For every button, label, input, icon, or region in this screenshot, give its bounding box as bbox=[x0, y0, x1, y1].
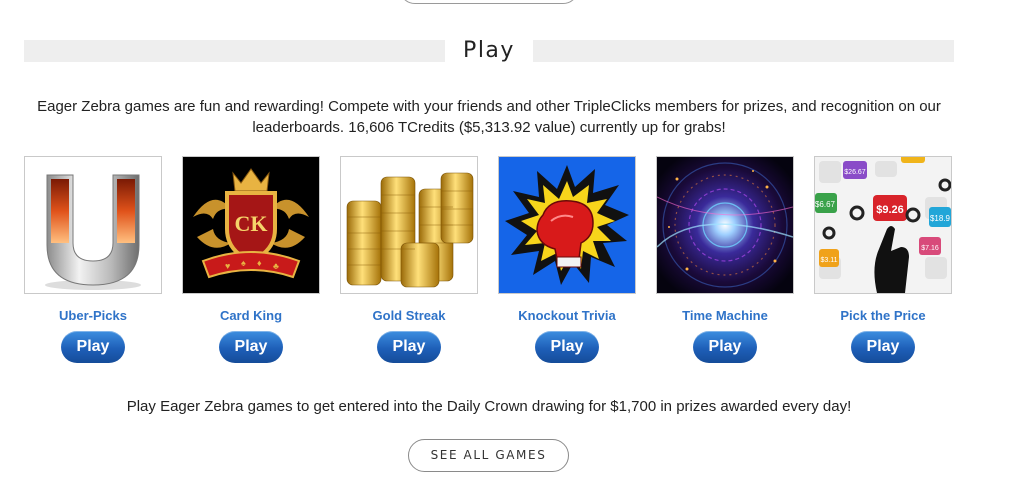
uber-picks-thumbnail[interactable] bbox=[24, 156, 162, 294]
previous-section-button[interactable] bbox=[399, 0, 579, 4]
card-king-thumbnail[interactable]: CK ♥ ♠ ♦ ♣ bbox=[182, 156, 320, 294]
svg-text:$7.16: $7.16 bbox=[921, 245, 939, 252]
svg-text:$18.9: $18.9 bbox=[930, 214, 951, 223]
section-title: Play bbox=[463, 38, 515, 63]
game-card-card-king: CK ♥ ♠ ♦ ♣ Card King Play bbox=[182, 156, 320, 363]
svg-text:♣: ♣ bbox=[273, 261, 279, 271]
game-link-card-king[interactable]: Card King bbox=[182, 308, 320, 324]
svg-text:♦: ♦ bbox=[257, 258, 262, 268]
uber-picks-logo-icon bbox=[25, 157, 161, 293]
game-link-time-machine[interactable]: Time Machine bbox=[656, 308, 794, 324]
intro-text: Eager Zebra games are fun and rewarding!… bbox=[37, 98, 941, 136]
pick-the-price-thumbnail[interactable]: $26.67 $6.67 $9.26 $18.9 $7.16 $3.11 bbox=[814, 156, 952, 294]
game-link-gold-streak[interactable]: Gold Streak bbox=[340, 308, 478, 324]
svg-text:$3.11: $3.11 bbox=[821, 257, 838, 264]
play-button-uber-picks[interactable]: Play bbox=[61, 331, 125, 363]
svg-text:$9.26: $9.26 bbox=[876, 204, 904, 216]
svg-text:$26.67: $26.67 bbox=[844, 169, 866, 176]
header-bar-left bbox=[24, 40, 445, 62]
game-card-uber-picks: Uber-Picks Play bbox=[24, 156, 162, 363]
boxing-glove-icon bbox=[499, 157, 635, 293]
header-bar-right bbox=[533, 40, 954, 62]
game-link-pick-the-price[interactable]: Pick the Price bbox=[814, 308, 952, 324]
play-button-time-machine[interactable]: Play bbox=[693, 331, 757, 363]
section-header: Play bbox=[24, 38, 954, 64]
game-card-time-machine: Time Machine Play bbox=[656, 156, 794, 363]
play-button-card-king[interactable]: Play bbox=[219, 331, 283, 363]
gold-streak-thumbnail[interactable] bbox=[340, 156, 478, 294]
play-button-gold-streak[interactable]: Play bbox=[377, 331, 441, 363]
time-vortex-icon bbox=[657, 157, 793, 293]
svg-text:$6.67: $6.67 bbox=[815, 200, 836, 209]
daily-crown-text: Play Eager Zebra games to get entered in… bbox=[126, 398, 852, 415]
see-all-games-button[interactable]: SEE ALL GAMES bbox=[408, 439, 569, 472]
play-button-pick-the-price[interactable]: Play bbox=[851, 331, 915, 363]
game-link-uber-picks[interactable]: Uber-Picks bbox=[24, 308, 162, 324]
svg-text:♠: ♠ bbox=[241, 258, 246, 268]
knockout-trivia-thumbnail[interactable] bbox=[498, 156, 636, 294]
svg-text:♥: ♥ bbox=[225, 261, 230, 271]
game-card-knockout-trivia: Knockout Trivia Play bbox=[498, 156, 636, 363]
price-tags-icon: $26.67 $6.67 $9.26 $18.9 $7.16 $3.11 bbox=[815, 157, 951, 293]
game-card-pick-the-price: $26.67 $6.67 $9.26 $18.9 $7.16 $3.11 Pic… bbox=[814, 156, 952, 363]
play-button-knockout-trivia[interactable]: Play bbox=[535, 331, 599, 363]
game-link-knockout-trivia[interactable]: Knockout Trivia bbox=[498, 308, 636, 324]
time-machine-thumbnail[interactable] bbox=[656, 156, 794, 294]
game-card-gold-streak: Gold Streak Play bbox=[340, 156, 478, 363]
card-king-crest-icon: CK ♥ ♠ ♦ ♣ bbox=[183, 157, 319, 293]
gold-coins-icon bbox=[341, 157, 477, 293]
games-list: Uber-Picks Play CK ♥ ♠ ♦ ♣ Card King Play bbox=[24, 156, 964, 366]
svg-text:CK: CK bbox=[235, 211, 268, 236]
